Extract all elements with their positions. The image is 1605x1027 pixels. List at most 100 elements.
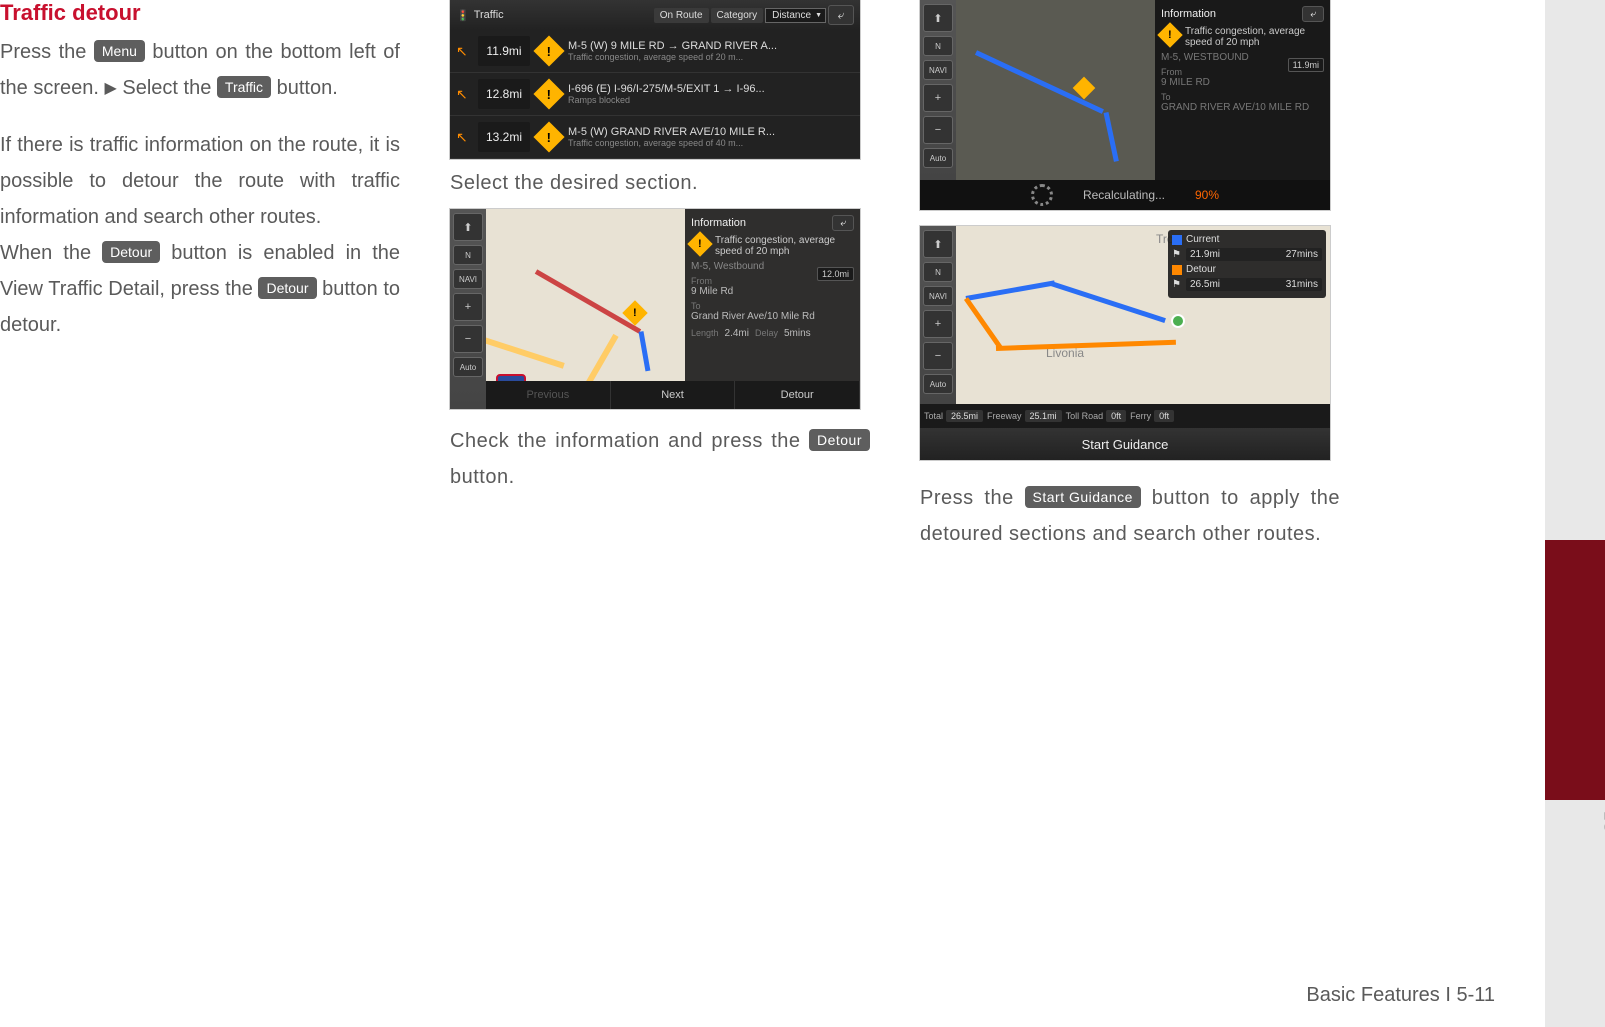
from-value: 9 MILE RD bbox=[1161, 77, 1324, 88]
text: button. bbox=[450, 466, 515, 488]
comparison-panel: Current ⚑ 21.9mi 27mins bbox=[1168, 230, 1326, 298]
row-text: I-696 (E) I-96/I-275/M-5/EXIT 1 → I-96..… bbox=[568, 83, 854, 105]
detour-distance: 26.5mi bbox=[1190, 279, 1220, 290]
traffic-row[interactable]: ↖ 11.9mi ! M-5 (W) 9 MILE RD → GRAND RIV… bbox=[450, 30, 860, 73]
detour-button[interactable]: Detour bbox=[735, 381, 860, 409]
info-row: ! Traffic congestion, average speed of 2… bbox=[691, 235, 854, 257]
compass-button[interactable]: ⬆ bbox=[453, 213, 483, 241]
map-canvas[interactable]: Troy Livonia Current bbox=[956, 226, 1330, 404]
caption-start-guidance: Press the Start Guidance button to apply… bbox=[920, 480, 1340, 552]
tab-category[interactable]: Category bbox=[711, 8, 764, 23]
plus-icon: + bbox=[935, 92, 941, 104]
zoom-in-button[interactable]: + bbox=[923, 84, 953, 112]
next-button[interactable]: Next bbox=[611, 381, 736, 409]
map-controls: ⬆ N NAVI + − Auto bbox=[450, 209, 486, 409]
current-route-values: ⚑ 21.9mi 27mins bbox=[1172, 248, 1322, 261]
north-button[interactable]: N bbox=[923, 262, 953, 282]
toll-cell: Toll Road0ft bbox=[1066, 410, 1127, 422]
length-label: Length bbox=[691, 328, 719, 339]
direction-icon: ↖ bbox=[456, 86, 470, 103]
menu-button-label: Menu bbox=[94, 40, 145, 62]
congestion-text: Traffic congestion, average speed of 20 … bbox=[715, 235, 854, 257]
compass-button[interactable]: ⬆ bbox=[923, 230, 953, 258]
map-canvas[interactable]: Information ⤶ ! Traffic congestion, aver… bbox=[956, 0, 1330, 180]
to-value: GRAND RIVER AVE/10 MILE RD bbox=[1161, 102, 1324, 113]
chapter-number: 05 bbox=[1601, 810, 1605, 832]
auto-button[interactable]: Auto bbox=[923, 148, 953, 168]
explain-paragraph: If there is traffic information on the r… bbox=[0, 127, 400, 343]
flag-icon: ⚑ bbox=[1172, 279, 1182, 290]
text: If there is traffic information on the r… bbox=[0, 134, 400, 228]
warning-icon: ! bbox=[1157, 22, 1182, 47]
traffic-row[interactable]: ↖ 13.2mi ! M-5 (W) GRAND RIVER AVE/10 MI… bbox=[450, 116, 860, 159]
back-button[interactable]: ⤶ bbox=[828, 5, 854, 25]
current-stats: 21.9mi 27mins bbox=[1186, 248, 1322, 261]
navi-button[interactable]: NAVI bbox=[923, 60, 953, 80]
color-swatch-detour bbox=[1172, 265, 1182, 275]
highway-line bbox=[486, 335, 565, 369]
destination-pin-icon bbox=[1171, 314, 1185, 328]
route-detour bbox=[996, 340, 1176, 351]
color-swatch-current bbox=[1172, 235, 1182, 245]
text: Check the information and press the bbox=[450, 430, 809, 452]
condition-text: Ramps blocked bbox=[568, 95, 854, 105]
length-value: 2.4mi bbox=[725, 328, 749, 339]
arrow-icon: ▶ bbox=[105, 80, 117, 97]
condition-text: Traffic congestion, average speed of 40 … bbox=[568, 138, 854, 148]
zoom-out-button[interactable]: − bbox=[923, 342, 953, 370]
map-canvas[interactable]: 275 ! Information ⤶ ! Traffic congestion… bbox=[486, 209, 860, 409]
detour-route-values: ⚑ 26.5mi 31mins bbox=[1172, 278, 1322, 291]
back-icon: ⤶ bbox=[838, 8, 845, 23]
previous-button[interactable]: Previous bbox=[486, 381, 611, 409]
tab-on-route[interactable]: On Route bbox=[654, 8, 709, 23]
plus-icon: + bbox=[465, 301, 471, 313]
chapter-tab-bar bbox=[1545, 0, 1605, 1027]
zoom-in-button[interactable]: + bbox=[923, 310, 953, 338]
to-label: To bbox=[1161, 92, 1324, 102]
text: Select the bbox=[122, 77, 217, 99]
column-2: 🚦 Traffic On Route Category Distance ⤶ ↖… bbox=[450, 0, 870, 1027]
screenshot-route-comparison: ⬆ N NAVI + − Auto Troy Livonia bbox=[920, 226, 1330, 460]
sort-dropdown[interactable]: Distance bbox=[765, 8, 826, 23]
column-1: Traffic detour Press the Menu button on … bbox=[0, 0, 400, 1027]
zoom-out-button[interactable]: − bbox=[923, 116, 953, 144]
navi-button[interactable]: NAVI bbox=[923, 286, 953, 306]
detour-route-row: Detour bbox=[1172, 264, 1322, 275]
stats-row: Length 2.4mi Delay 5mins bbox=[691, 328, 854, 339]
info-panel: Information ⤶ ! Traffic congestion, aver… bbox=[685, 209, 860, 409]
zoom-in-button[interactable]: + bbox=[453, 293, 483, 321]
total-cell: Total26.5mi bbox=[924, 410, 983, 422]
back-button[interactable]: ⤶ bbox=[1302, 6, 1324, 22]
auto-button[interactable]: Auto bbox=[453, 357, 483, 377]
current-time: 27mins bbox=[1286, 249, 1318, 260]
navi-button[interactable]: NAVI bbox=[453, 269, 483, 289]
north-button[interactable]: N bbox=[923, 36, 953, 56]
traffic-row[interactable]: ↖ 12.8mi ! I-696 (E) I-96/I-275/M-5/EXIT… bbox=[450, 73, 860, 116]
route-line-congested bbox=[535, 269, 641, 333]
start-guidance-button[interactable]: Start Guidance bbox=[920, 428, 1330, 460]
from-value: 9 Mile Rd bbox=[691, 286, 854, 297]
compass-button[interactable]: ⬆ bbox=[923, 4, 953, 32]
filter-tabs: On Route Category Distance ⤶ bbox=[654, 5, 854, 25]
auto-button[interactable]: Auto bbox=[923, 374, 953, 394]
detour-time: 31mins bbox=[1286, 279, 1318, 290]
distance-badge: 11.9mi bbox=[478, 36, 530, 66]
road-name: M-5 (W) GRAND RIVER AVE/10 MILE R... bbox=[568, 126, 854, 138]
warning-icon: ! bbox=[533, 35, 564, 66]
toll-value: 0ft bbox=[1106, 410, 1126, 422]
panel-title: Information bbox=[1161, 8, 1216, 20]
minus-icon: − bbox=[465, 333, 471, 345]
back-button[interactable]: ⤶ bbox=[832, 215, 854, 231]
to-label: To bbox=[691, 301, 854, 311]
zoom-out-button[interactable]: − bbox=[453, 325, 483, 353]
distance-badge: 13.2mi bbox=[478, 122, 530, 152]
delay-label: Delay bbox=[755, 328, 778, 339]
route-current bbox=[1050, 281, 1166, 323]
screenshot-recalculating: ⬆ N NAVI + − Auto Information bbox=[920, 0, 1330, 210]
distance-badge: 12.0mi bbox=[817, 267, 854, 281]
detour-stats: 26.5mi 31mins bbox=[1186, 278, 1322, 291]
toll-label: Toll Road bbox=[1066, 411, 1104, 421]
text: Press the bbox=[0, 41, 94, 63]
panel-title: Information bbox=[691, 217, 746, 229]
north-button[interactable]: N bbox=[453, 245, 483, 265]
